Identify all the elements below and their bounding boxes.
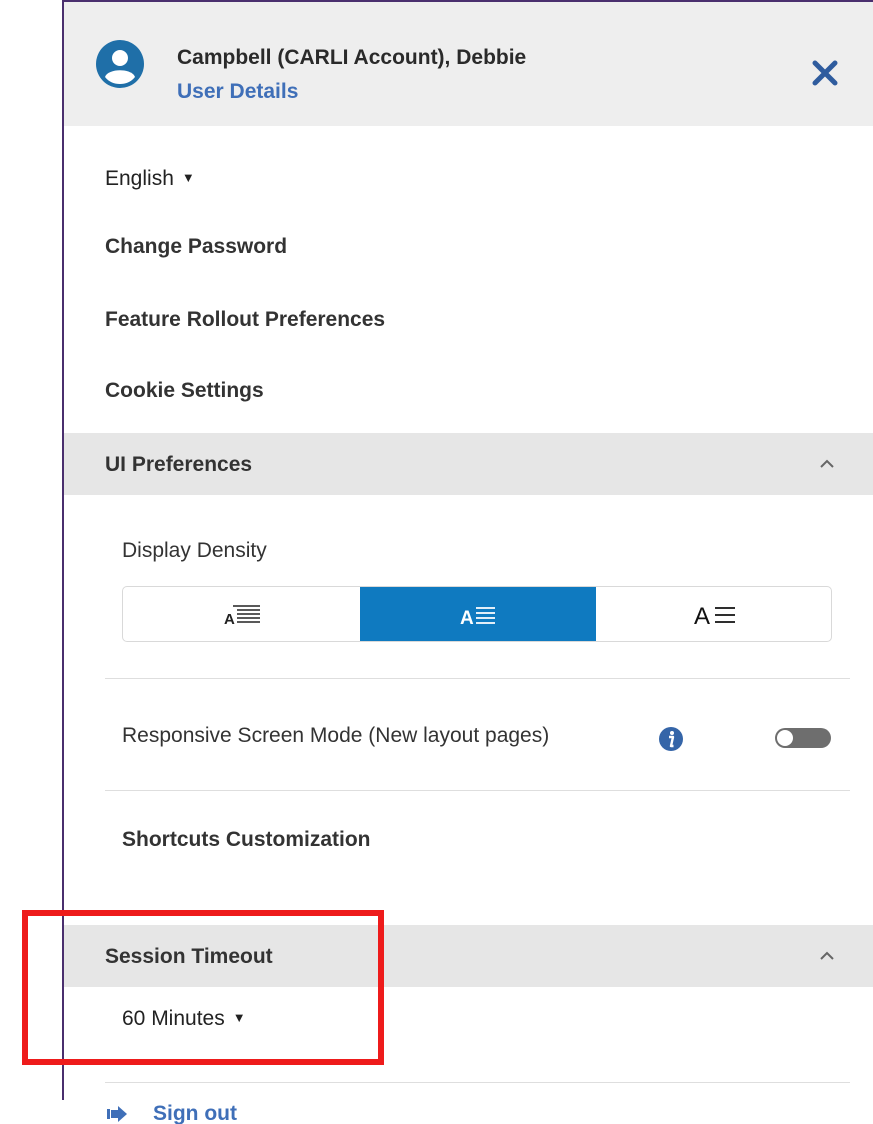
density-compact-button[interactable]: A [123,587,360,641]
info-icon[interactable] [658,726,684,752]
user-details-link[interactable]: User Details [177,80,298,104]
feature-rollout-link[interactable]: Feature Rollout Preferences [105,308,385,332]
caret-down-icon: ▼ [181,170,195,185]
session-timeout-select[interactable]: 60 Minutes ▼ [122,1007,246,1031]
svg-text:A: A [694,603,710,628]
divider [105,678,850,679]
responsive-mode-label: Responsive Screen Mode (New layout pages… [122,724,550,747]
density-compact-icon: A [224,605,260,627]
divider [105,790,850,791]
density-default-button[interactable]: A [360,587,596,641]
toggle-knob [777,730,793,746]
ui-preferences-header[interactable]: UI Preferences [64,433,873,495]
shortcuts-customization-link[interactable]: Shortcuts Customization [122,828,371,852]
session-timeout-title: Session Timeout [105,945,273,968]
responsive-mode-toggle[interactable] [775,728,831,748]
divider [105,1082,850,1083]
session-timeout-value: 60 Minutes [122,1007,225,1030]
svg-text:A: A [460,608,474,627]
sign-out-button[interactable]: Sign out [105,1102,237,1124]
ui-preferences-title: UI Preferences [105,453,253,476]
svg-text:A: A [224,611,235,627]
density-comfortable-icon: A [694,603,735,628]
display-density-toggle: A A A [122,586,832,642]
user-menu-panel: Campbell (CARLI Account), Debbie User De… [62,0,873,1124]
sign-out-label: Sign out [153,1102,237,1124]
density-comfortable-button[interactable]: A [596,587,831,641]
session-timeout-header[interactable]: Session Timeout [64,925,873,987]
chevron-up-icon [820,951,834,960]
user-header: Campbell (CARLI Account), Debbie User De… [64,2,873,126]
user-avatar-icon [96,40,144,88]
density-default-icon: A [460,607,495,627]
caret-down-icon: ▼ [232,1010,246,1025]
chevron-up-icon [820,459,834,468]
close-icon[interactable] [808,56,842,90]
sign-out-icon [107,1106,127,1122]
user-name: Campbell (CARLI Account), Debbie [177,46,527,69]
change-password-link[interactable]: Change Password [105,235,287,259]
language-value: English [105,167,174,190]
display-density-label: Display Density [122,539,267,562]
cookie-settings-link[interactable]: Cookie Settings [105,379,264,403]
language-select[interactable]: English ▼ [105,167,195,191]
